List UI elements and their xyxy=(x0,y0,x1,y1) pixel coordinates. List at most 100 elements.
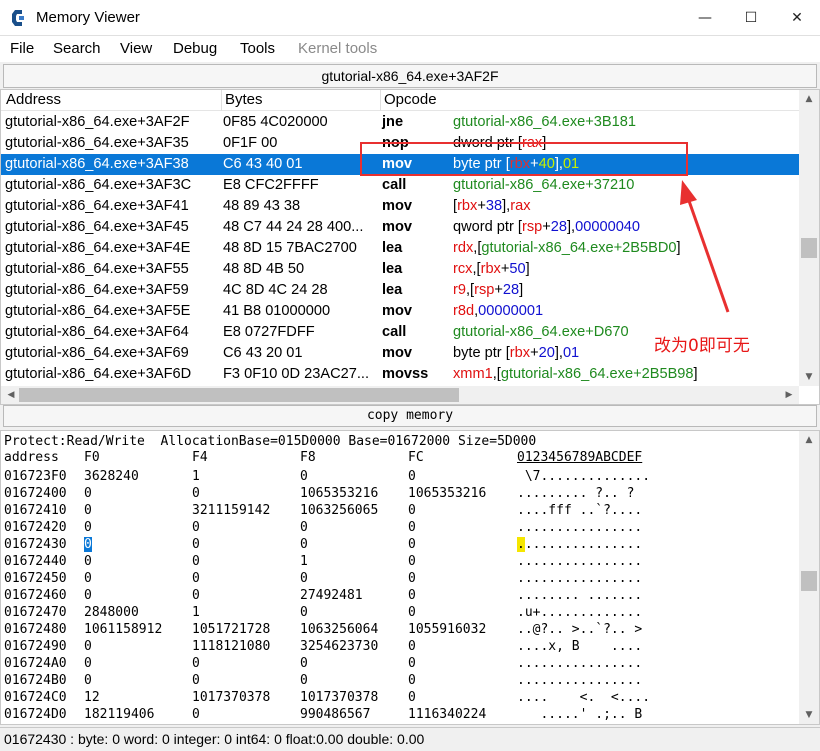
hex-cell[interactable]: 27492481 xyxy=(300,587,363,604)
hex-row[interactable]: 01672410 0 3211159142 1063256065 0 ....fff ..… xyxy=(1,502,799,519)
hex-cell[interactable]: 0 xyxy=(192,706,200,723)
hex-cell[interactable]: 0 xyxy=(84,655,92,672)
hex-cell[interactable]: 0 xyxy=(84,570,92,587)
disassembler-view[interactable]: Address Bytes Opcode gtutorial-x86_64.ex… xyxy=(0,89,820,405)
hex-cell[interactable]: 1118121080 xyxy=(192,638,270,655)
scroll-thumb[interactable] xyxy=(801,238,817,258)
disassembler-horizontal-scrollbar[interactable]: ◀ ▶ xyxy=(1,386,799,404)
disassembly-row[interactable]: gtutorial-x86_64.exe+3AF45 48 C7 44 24 28… xyxy=(1,217,799,238)
hex-cell[interactable]: 1017370378 xyxy=(192,689,270,706)
hex-cell[interactable]: 0 xyxy=(192,672,200,689)
hex-cell[interactable]: 1 xyxy=(192,604,200,621)
disassembly-row[interactable]: gtutorial-x86_64.exe+3AF55 48 8D 4B 50 lea… xyxy=(1,259,799,280)
disassembly-row[interactable]: gtutorial-x86_64.exe+3AF3C E8 CFC2FFFF cal… xyxy=(1,175,799,196)
hex-cell[interactable]: 0 xyxy=(84,587,92,604)
disassembly-row[interactable]: gtutorial-x86_64.exe+3AF2F 0F85 4C020000 j… xyxy=(1,112,799,133)
hex-ascii[interactable]: ..@?.. >..`?.. > xyxy=(517,621,642,638)
hex-cell[interactable]: 0 xyxy=(408,672,416,689)
hex-cell[interactable]: 0 xyxy=(408,502,416,519)
hex-row[interactable]: 016724A0 0 0 0 0................ xyxy=(1,655,799,672)
hex-cell[interactable]: 0 xyxy=(192,553,200,570)
scroll-down-arrow-icon[interactable]: ▼ xyxy=(799,368,819,386)
hex-cell[interactable]: 0 xyxy=(84,485,92,502)
hex-cell[interactable]: 1051721728 xyxy=(192,621,270,638)
hex-cell[interactable]: 1063256064 xyxy=(300,621,378,638)
disassembly-row[interactable]: gtutorial-x86_64.exe+3AF6D F3 0F10 0D 23A… xyxy=(1,364,799,385)
hex-cell[interactable]: 3211159142 xyxy=(192,502,270,519)
hex-cell[interactable]: 1055916032 xyxy=(408,621,486,638)
hex-cell[interactable]: 3254623730 xyxy=(300,638,378,655)
hex-cell[interactable]: 0 xyxy=(192,570,200,587)
scroll-down-arrow-icon[interactable]: ▼ xyxy=(799,706,819,724)
disassembly-row[interactable]: gtutorial-x86_64.exe+3AF4E 48 8D 15 7BAC2… xyxy=(1,238,799,259)
hex-cell[interactable]: 0 xyxy=(408,536,416,553)
hex-cell[interactable]: 0 xyxy=(408,638,416,655)
scroll-up-arrow-icon[interactable]: ▲ xyxy=(799,90,819,108)
hex-cell[interactable]: 0 xyxy=(300,604,308,621)
hex-ascii[interactable]: ........ ....... xyxy=(517,587,642,604)
close-button[interactable]: ✕ xyxy=(774,0,820,36)
disassembly-row[interactable]: gtutorial-x86_64.exe+3AF59 4C 8D 4C 24 28… xyxy=(1,280,799,301)
hex-ascii[interactable]: ................ xyxy=(517,672,642,689)
hex-cell[interactable]: 1061158912 xyxy=(84,621,162,638)
hex-cell[interactable]: 1063256065 xyxy=(300,502,378,519)
disassembly-row[interactable]: gtutorial-x86_64.exe+3AF41 48 89 43 38 mov… xyxy=(1,196,799,217)
hex-cell[interactable]: 0 xyxy=(84,502,92,519)
hex-row[interactable]: 01672400 0 0 1065353216 1065353216 ......... … xyxy=(1,485,799,502)
hex-cell[interactable]: 1116340224 xyxy=(408,706,486,723)
hex-cell[interactable]: 3628240 xyxy=(84,468,139,485)
maximize-button[interactable]: ☐ xyxy=(728,0,774,36)
hex-row[interactable]: 01672450 0 0 0 0................ xyxy=(1,570,799,587)
scroll-thumb[interactable] xyxy=(801,571,817,591)
hex-row[interactable]: 016724D0 182119406 0 990486567 1116340224 ..… xyxy=(1,706,799,723)
hex-ascii[interactable]: ................ xyxy=(517,553,642,570)
hex-row[interactable]: 01672430 0 0 0 0................ xyxy=(1,536,799,553)
menu-debug[interactable]: Debug xyxy=(173,40,217,57)
hex-cell[interactable]: 12 xyxy=(84,689,100,706)
column-header-opcode[interactable]: Opcode xyxy=(384,91,437,111)
minimize-button[interactable]: — xyxy=(682,0,728,36)
hex-ascii[interactable]: .....' .;.. B xyxy=(517,706,642,723)
hex-row[interactable]: 016724C0 12 1017370378 1017370378 0 .... <. <… xyxy=(1,689,799,706)
hex-cell[interactable]: 0 xyxy=(408,553,416,570)
hex-cell[interactable]: 0 xyxy=(192,587,200,604)
hex-row[interactable]: 016723F0 3628240 1 0 0 \7.............. xyxy=(1,468,799,485)
hex-ascii[interactable]: .u+............. xyxy=(517,604,642,621)
hex-cell[interactable]: 0 xyxy=(300,468,308,485)
hex-row[interactable]: 01672460 0 0 27492481 0 ........ ....... xyxy=(1,587,799,604)
hex-ascii[interactable]: ................ xyxy=(517,655,642,672)
hex-ascii[interactable]: ................ xyxy=(517,570,642,587)
hex-cell[interactable]: 1065353216 xyxy=(408,485,486,502)
hex-ascii[interactable]: ................ xyxy=(517,519,642,536)
scroll-thumb[interactable] xyxy=(19,388,459,402)
copy-memory-bar[interactable]: copy memory xyxy=(3,405,817,427)
hex-row[interactable]: 01672480 1061158912 1051721728 1063256064 10… xyxy=(1,621,799,638)
hex-cell[interactable]: 0 xyxy=(408,570,416,587)
hex-cell[interactable]: 0 xyxy=(300,519,308,536)
column-header-address[interactable]: Address xyxy=(6,91,61,111)
menu-search[interactable]: Search xyxy=(53,40,101,57)
column-header-bytes[interactable]: Bytes xyxy=(225,91,263,111)
hex-row[interactable]: 01672440 0 0 1 0................ xyxy=(1,553,799,570)
hex-cell[interactable]: 1017370378 xyxy=(300,689,378,706)
hex-row[interactable]: 01672470 2848000 1 0 0 .u+............. xyxy=(1,604,799,621)
hex-cell[interactable]: 0 xyxy=(408,655,416,672)
hex-ascii[interactable]: .... <. <.... xyxy=(517,689,650,706)
hex-cell[interactable]: 1065353216 xyxy=(300,485,378,502)
hex-row[interactable]: 01672420 0 0 0 0................ xyxy=(1,519,799,536)
scroll-right-arrow-icon[interactable]: ▶ xyxy=(779,386,799,404)
hex-cell[interactable]: 0 xyxy=(84,672,92,689)
hex-cell[interactable]: 182119406 xyxy=(84,706,154,723)
hex-ascii[interactable]: ................ xyxy=(517,536,642,553)
hex-ascii[interactable]: \7.............. xyxy=(517,468,650,485)
hex-cell[interactable]: 0 xyxy=(300,655,308,672)
hex-cell[interactable]: 0 xyxy=(408,587,416,604)
scroll-left-arrow-icon[interactable]: ◀ xyxy=(1,386,21,404)
hex-ascii[interactable]: ......... ?.. ? xyxy=(517,485,634,502)
disassembly-row[interactable]: gtutorial-x86_64.exe+3AF5E 41 B8 01000000… xyxy=(1,301,799,322)
hex-cell[interactable]: 0 xyxy=(84,638,92,655)
hex-ascii[interactable]: ....x, B .... xyxy=(517,638,642,655)
hex-cell[interactable]: 0 xyxy=(300,536,308,553)
hex-cell[interactable]: 0 xyxy=(192,536,200,553)
hex-cell[interactable]: 0 xyxy=(192,485,200,502)
